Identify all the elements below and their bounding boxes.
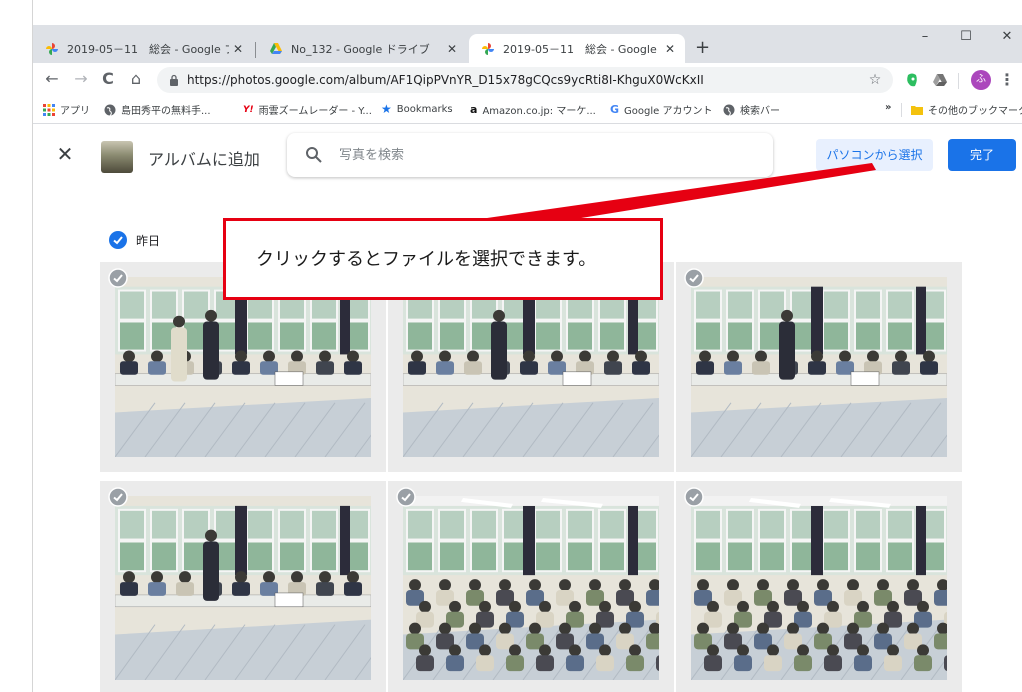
photo-tile[interactable] xyxy=(676,481,962,692)
photo-image xyxy=(403,496,659,680)
other-bookmarks-folder[interactable]: その他のブックマーク xyxy=(911,102,1022,117)
photo-image xyxy=(691,496,947,680)
google-icon: G xyxy=(610,103,620,116)
photo-image xyxy=(403,277,659,457)
photo-select-check-icon[interactable] xyxy=(108,268,128,288)
reload-button[interactable]: C xyxy=(97,69,119,88)
bookmark-divider xyxy=(901,103,902,117)
home-button[interactable]: ⌂ xyxy=(125,69,147,88)
new-tab-button[interactable]: + xyxy=(695,37,710,58)
screen-top-margin xyxy=(0,0,1022,25)
profile-avatar[interactable]: ふ xyxy=(971,70,991,90)
drive-extension-icon[interactable] xyxy=(931,71,949,89)
bookmark-label: Bookmarks xyxy=(396,103,453,115)
minimize-button[interactable]: – xyxy=(913,29,937,44)
forward-button[interactable]: → xyxy=(70,69,92,88)
evernote-icon[interactable] xyxy=(903,71,921,89)
globe-icon xyxy=(723,104,735,116)
bookmark-label: 検索バー xyxy=(740,106,780,117)
tab-divider xyxy=(255,42,256,58)
folder-icon xyxy=(911,105,923,115)
photo-tile[interactable] xyxy=(676,262,962,472)
photo-select-check-icon[interactable] xyxy=(684,268,704,288)
album-thumbnail xyxy=(101,141,133,173)
annotation-text: クリックするとファイルを選択できます。 xyxy=(256,249,597,270)
add-to-album-page: ✕ アルバムに追加 パソコンから選択 完了 昨日 xyxy=(33,124,1022,692)
bookmark-item[interactable]: ★ Bookmarks xyxy=(381,102,453,116)
globe-icon xyxy=(104,104,116,116)
browser-menu-icon[interactable]: ⋮ xyxy=(999,70,1015,89)
tab-strip: 2019-05－11 総会 - Google フォ ✕ No_132 - Goo… xyxy=(33,25,1022,63)
bookmark-label: Amazon.co.jp: マーケ... xyxy=(482,106,596,117)
bookmarks-bar: アプリ 島田秀平の無料手... Y! 雨雲ズームレーダー - Y... ★ Bo… xyxy=(33,97,1022,124)
back-button[interactable]: ← xyxy=(41,69,63,88)
bookmark-item[interactable]: G Google アカウント xyxy=(610,102,712,117)
photo-tile[interactable] xyxy=(388,481,674,692)
bookmark-label: 島田秀平の無料手... xyxy=(121,106,211,117)
tab-title: No_132 - Google ドライブ xyxy=(291,42,430,56)
tab-drive[interactable]: No_132 - Google ドライブ ✕ xyxy=(257,34,467,63)
tab-title: 2019-05－11 総会 - Google フォ xyxy=(503,42,661,56)
google-photos-icon xyxy=(46,42,58,55)
annotation-callout: クリックするとファイルを選択できます。 xyxy=(223,218,663,300)
google-drive-icon xyxy=(270,42,282,54)
photo-select-check-icon[interactable] xyxy=(684,487,704,507)
bookmark-item[interactable]: Y! 雨雲ズームレーダー - Y... xyxy=(243,102,372,118)
yahoo-icon: Y! xyxy=(243,104,254,115)
url-text: https://photos.google.com/album/AF1QipPV… xyxy=(187,73,704,87)
search-input[interactable] xyxy=(337,146,773,164)
apps-grid-icon xyxy=(43,103,55,116)
tab-close-button[interactable]: ✕ xyxy=(229,42,247,56)
photo-search-box[interactable] xyxy=(287,133,773,177)
lock-icon xyxy=(170,74,178,86)
address-bar[interactable]: https://photos.google.com/album/AF1QipPV… xyxy=(157,67,893,93)
photo-image xyxy=(115,277,371,457)
bookmark-item[interactable]: 島田秀平の無料手... xyxy=(104,102,211,117)
photo-tile[interactable] xyxy=(100,481,386,692)
tab-photos-active[interactable]: 2019-05－11 総会 - Google フォ ✕ xyxy=(469,34,685,63)
done-button[interactable]: 完了 xyxy=(948,139,1016,171)
tab-title: 2019-05－11 総会 - Google フォ xyxy=(67,42,229,56)
amazon-icon: a xyxy=(470,103,478,116)
bookmark-label: 雨雲ズームレーダー - Y... xyxy=(258,106,372,117)
tab-photos-1[interactable]: 2019-05－11 総会 - Google フォ ✕ xyxy=(33,34,253,63)
bookmark-item[interactable]: 検索バー xyxy=(723,102,780,117)
upload-from-computer-button[interactable]: パソコンから選択 xyxy=(816,139,933,171)
photo-select-check-icon[interactable] xyxy=(108,487,128,507)
google-photos-icon xyxy=(482,42,494,55)
photo-select-check-icon[interactable] xyxy=(396,487,416,507)
search-icon xyxy=(306,147,322,163)
page-title: アルバムに追加 xyxy=(148,150,260,169)
bookmark-item[interactable]: a Amazon.co.jp: マーケ... xyxy=(470,102,596,117)
date-group-label: 昨日 xyxy=(136,234,161,248)
browser-toolbar: ← → C ⌂ https://photos.google.com/album/… xyxy=(33,63,1022,97)
bookmark-label: アプリ xyxy=(60,106,90,117)
window-close-button[interactable]: ✕ xyxy=(995,29,1019,44)
photo-image xyxy=(691,277,947,457)
bookmark-star-icon[interactable]: ☆ xyxy=(863,72,887,88)
group-select-checkbox[interactable] xyxy=(109,231,127,249)
tab-close-button[interactable]: ✕ xyxy=(661,42,679,56)
bookmark-apps[interactable]: アプリ xyxy=(43,102,90,117)
bookmark-label: Google アカウント xyxy=(624,106,713,117)
screen-left-margin xyxy=(0,0,33,692)
close-button[interactable]: ✕ xyxy=(55,142,75,166)
photo-image xyxy=(115,496,371,680)
toolbar-divider xyxy=(958,73,959,89)
star-icon: ★ xyxy=(381,102,392,116)
maximize-button[interactable]: ☐ xyxy=(954,29,978,44)
tab-close-button[interactable]: ✕ xyxy=(443,42,461,56)
bookmark-label: その他のブックマーク xyxy=(928,106,1022,117)
browser-window: 2019-05－11 総会 - Google フォ ✕ No_132 - Goo… xyxy=(33,25,1022,692)
more-bookmarks-button[interactable]: » xyxy=(885,102,891,113)
